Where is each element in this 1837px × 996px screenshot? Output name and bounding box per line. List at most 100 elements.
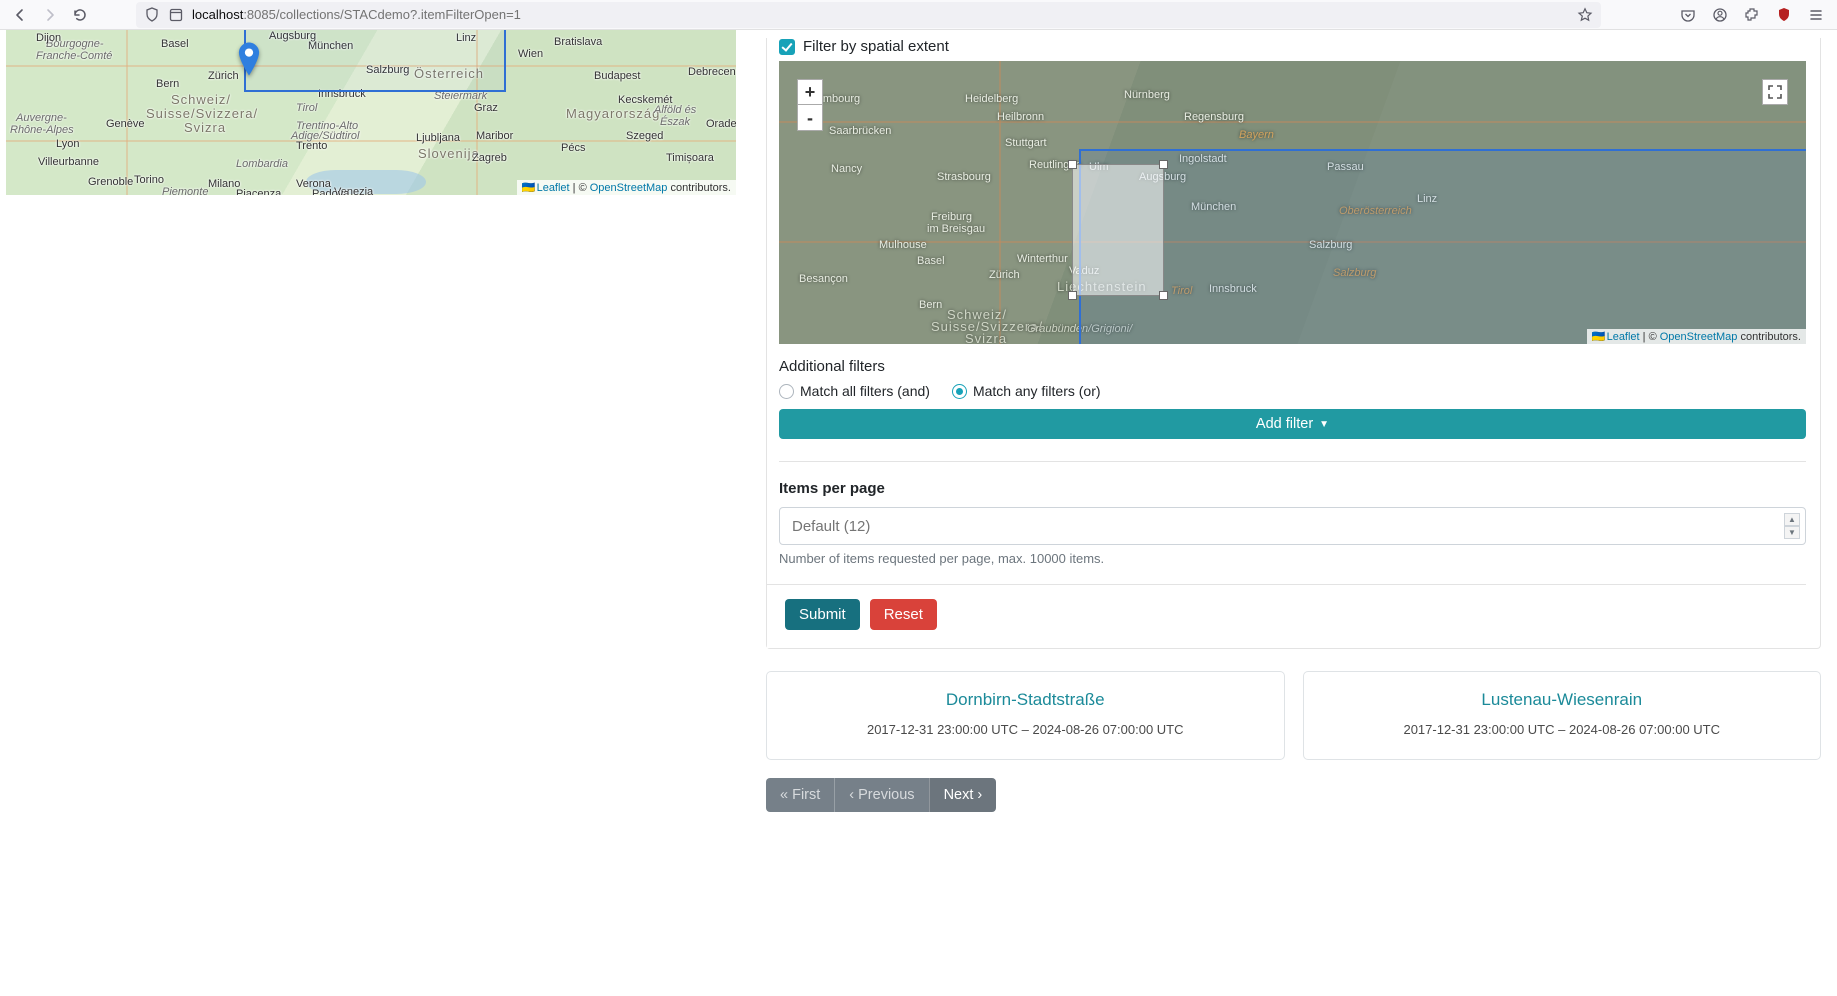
nav-reload-button[interactable] — [66, 2, 94, 28]
fullscreen-button[interactable] — [1762, 79, 1788, 105]
radio-match-any[interactable]: Match any filters (or) — [952, 383, 1101, 399]
map-label: Zürich — [208, 70, 239, 82]
map-label: Oradea — [706, 118, 736, 130]
result-daterange: 2017-12-31 23:00:00 UTC – 2024-08-26 07:… — [1316, 722, 1809, 737]
map-label: Piemonte — [162, 186, 208, 195]
result-card[interactable]: Dornbirn-Stadtstraße2017-12-31 23:00:00 … — [766, 671, 1285, 760]
submit-button[interactable]: Submit — [785, 599, 860, 630]
add-filter-button[interactable]: Add filter▼ — [779, 409, 1806, 439]
bbox-handle-bl[interactable] — [1068, 291, 1077, 300]
map-label: Bern — [919, 299, 942, 311]
osm-link[interactable]: OpenStreetMap — [590, 182, 668, 194]
nav-forward-button[interactable] — [36, 2, 64, 28]
filter-panel: Filter by spatial extent LuxembourgSaarb… — [766, 38, 1821, 649]
pager-next[interactable]: Next › — [929, 778, 997, 812]
radio-match-all[interactable]: Match all filters (and) — [779, 383, 930, 399]
map-label: Heidelberg — [965, 93, 1018, 105]
map-label: Wien — [518, 48, 543, 60]
pager-first: « First — [766, 778, 834, 812]
map-label: Pécs — [561, 142, 585, 154]
map-label: Tirol — [296, 102, 317, 114]
leaflet-link[interactable]: Leaflet — [537, 182, 570, 194]
radio-match-any-input[interactable] — [952, 384, 967, 399]
map-label: Villeurbanne — [38, 156, 99, 168]
url-text: localhost:8085/collections/STACdemo?.ite… — [192, 7, 521, 22]
map-label: Szeged — [626, 130, 663, 142]
items-per-page-help: Number of items requested per page, max.… — [779, 551, 1806, 566]
map-label: Budapest — [594, 70, 640, 82]
map-label: Nürnberg — [1124, 89, 1170, 101]
map-label: Magyarország — [566, 106, 660, 121]
result-title: Lustenau-Wiesenrain — [1316, 690, 1809, 710]
app-menu-icon[interactable] — [1801, 2, 1831, 28]
zoom-in-button[interactable]: + — [797, 79, 823, 105]
items-per-page-title: Items per page — [779, 480, 1806, 497]
bookmark-star-icon[interactable] — [1577, 7, 1593, 23]
map-label: Heilbronn — [997, 111, 1044, 123]
map-marker-icon[interactable] — [238, 42, 260, 76]
bbox-handle-br[interactable] — [1159, 291, 1168, 300]
map-label: Genève — [106, 118, 145, 130]
overview-map[interactable]: BaselZürichSchweiz/Suisse/Svizzera/Svizr… — [6, 30, 736, 195]
map-label: Stuttgart — [1005, 137, 1047, 149]
map-attribution: 🇺🇦 Leaflet | © OpenStreetMap contributor… — [517, 180, 736, 195]
map-label: Dijon — [36, 32, 61, 44]
map-label: Slovenija — [418, 146, 480, 161]
radio-match-all-input[interactable] — [779, 384, 794, 399]
stepper-down[interactable]: ▼ — [1784, 526, 1800, 539]
result-daterange: 2017-12-31 23:00:00 UTC – 2024-08-26 07:… — [779, 722, 1272, 737]
filter-spatial-row[interactable]: Filter by spatial extent — [779, 38, 1806, 55]
bbox-handle-tr[interactable] — [1159, 160, 1168, 169]
map-label: Padova — [312, 188, 349, 195]
items-per-page-input[interactable] — [779, 507, 1806, 545]
spatial-extent-map[interactable]: LuxembourgSaarbrückenHeidelbergHeilbronn… — [779, 61, 1806, 344]
items-per-page-stepper: ▲ ▼ — [1784, 513, 1800, 539]
map-label: Torino — [134, 174, 164, 186]
page-info-icon — [168, 7, 184, 23]
map-label: Nancy — [831, 163, 862, 175]
browser-chrome: localhost:8085/collections/STACdemo?.ite… — [0, 0, 1837, 30]
map-label: Mulhouse — [879, 239, 927, 251]
osm-link[interactable]: OpenStreetMap — [1660, 331, 1738, 343]
map-label: Alföld és — [654, 104, 696, 116]
ublock-icon[interactable] — [1769, 2, 1799, 28]
map-label: Bern — [156, 78, 179, 90]
reset-button[interactable]: Reset — [870, 599, 937, 630]
filter-bbox[interactable] — [1072, 164, 1164, 296]
map-label: Adige/Südtirol — [291, 130, 360, 142]
map-label: Grenoble — [88, 176, 133, 188]
map-zoom-controls: + - — [797, 79, 823, 131]
map-label: Ljubljana — [416, 132, 460, 144]
bbox-handle-tl[interactable] — [1068, 160, 1077, 169]
overview-bbox — [244, 30, 506, 92]
map-label: Auvergne- — [16, 112, 67, 124]
stepper-up[interactable]: ▲ — [1784, 513, 1800, 526]
map-label: Svizra — [184, 120, 226, 135]
map-label: Maribor — [476, 130, 513, 142]
map-attribution: 🇺🇦 Leaflet | © OpenStreetMap contributor… — [1587, 329, 1806, 344]
leaflet-link[interactable]: Leaflet — [1607, 331, 1640, 343]
extensions-icon[interactable] — [1737, 2, 1767, 28]
nav-back-button[interactable] — [6, 2, 34, 28]
map-label: Winterthur — [1017, 253, 1068, 265]
result-card[interactable]: Lustenau-Wiesenrain 2017-12-31 23:00:00 U… — [1303, 671, 1822, 760]
account-icon[interactable] — [1705, 2, 1735, 28]
map-label: Lyon — [56, 138, 79, 150]
divider — [779, 461, 1806, 462]
map-label: Regensburg — [1184, 111, 1244, 123]
map-label: Zagreb — [472, 152, 507, 164]
url-bar[interactable]: localhost:8085/collections/STACdemo?.ite… — [136, 2, 1601, 28]
results-grid: Dornbirn-Stadtstraße2017-12-31 23:00:00 … — [766, 671, 1821, 760]
filter-spatial-checkbox[interactable] — [779, 39, 795, 55]
map-label: Zürich — [989, 269, 1020, 281]
map-label: Lombardia — [236, 158, 288, 170]
map-label: Schweiz/ — [171, 92, 231, 107]
map-label: Suisse/Svizzera/ — [146, 106, 258, 121]
pocket-icon[interactable] — [1673, 2, 1703, 28]
collection-extent-bbox — [1079, 149, 1806, 344]
pager-prev: ‹ Previous — [834, 778, 928, 812]
zoom-out-button[interactable]: - — [797, 105, 823, 131]
map-label: Észak — [660, 116, 690, 128]
map-label: Franche-Comté — [36, 50, 112, 62]
map-label: Freiburg — [931, 211, 972, 223]
